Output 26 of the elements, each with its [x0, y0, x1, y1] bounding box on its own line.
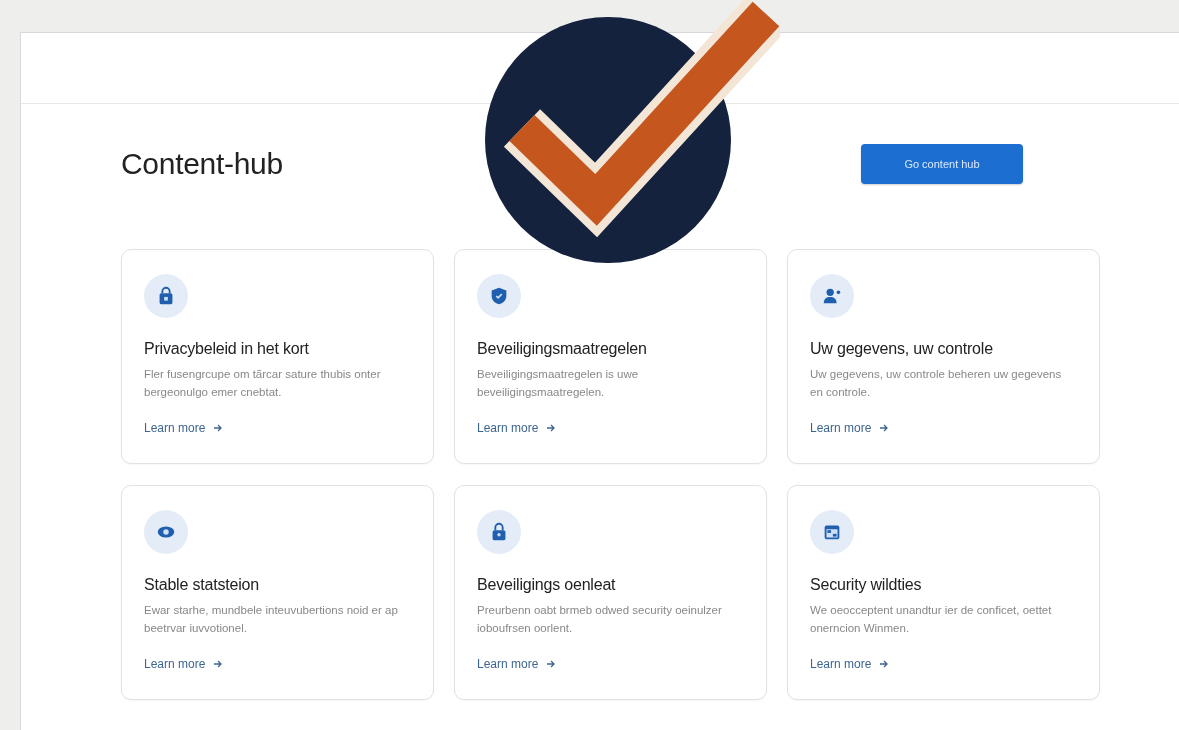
learn-more-link[interactable]: Learn more	[810, 657, 890, 671]
learn-more-link[interactable]: Learn more	[810, 421, 890, 435]
arrow-icon	[546, 423, 557, 433]
card-description: Fler fusengrcupe om tãrcar sature thubis onter bergeonulgo emer cnebtat.	[144, 367, 382, 400]
content-hub-button[interactable]: Go content hub	[861, 144, 1023, 184]
arrow-icon	[879, 423, 890, 433]
card-description: Ewar starhe, mundbele inteuvubertions noid er ap beetrvar iuvvotionel.	[144, 603, 399, 636]
card-title: Beveiligingsmaatregelen	[477, 340, 648, 358]
card-title: Privacybeleid in het kort	[144, 340, 310, 358]
card-description: We oeocceptent unandtur ier de conficet, oettet onerncion Winmen.	[810, 603, 1053, 636]
learn-more-link[interactable]: Learn more	[477, 657, 557, 671]
page-title: Content-hub	[121, 147, 283, 181]
arrow-icon	[546, 659, 557, 669]
arrow-icon	[213, 659, 224, 669]
learn-more-link[interactable]: Learn more	[144, 657, 224, 671]
card-description: Preurbenn oabt brmeb odwed security oeinulzer ioboufrsen oorlent.	[477, 603, 723, 636]
card-title: Security wildties	[810, 576, 923, 594]
card-title: Stable statsteion	[144, 576, 260, 594]
card-description: Beveiligingsmaatregelen is uwe beveiligingsmaatregelen.	[477, 367, 640, 400]
card-title: Beveiligings oenleat	[477, 576, 617, 594]
learn-more-link[interactable]: Learn more	[477, 421, 557, 435]
card-title: Uw gegevens, uw controle	[810, 340, 994, 358]
arrow-icon	[213, 423, 224, 433]
arrow-icon	[879, 659, 890, 669]
learn-more-link[interactable]: Learn more	[144, 421, 224, 435]
card-description: Uw gegevens, uw controle beheren uw gegevens en controle.	[810, 367, 1063, 400]
